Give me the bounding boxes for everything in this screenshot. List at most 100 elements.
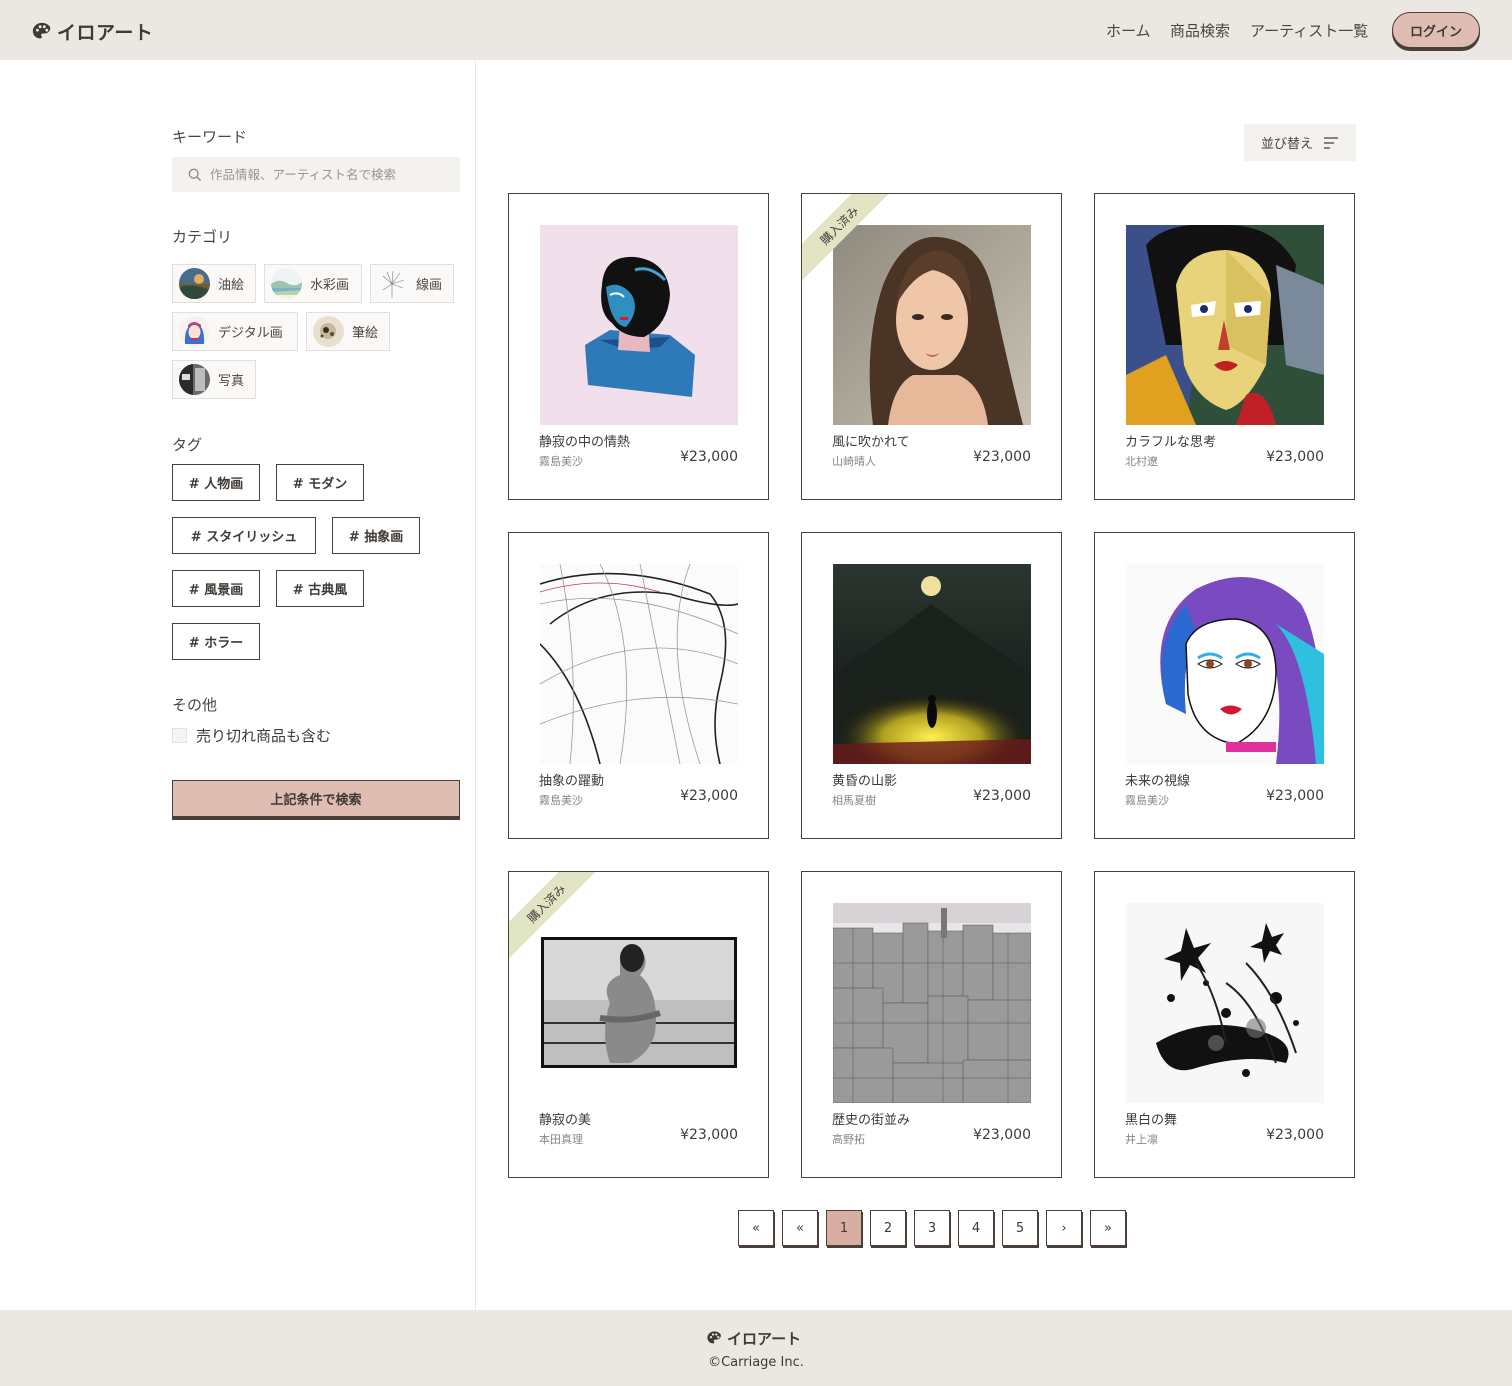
brush-thumbnail <box>313 316 344 347</box>
watercolor-thumbnail <box>271 268 302 299</box>
sort-label: 並び替え <box>1260 137 1313 152</box>
product-title: カラフルな思考 <box>1125 435 1217 450</box>
footer-logo-text: イロアート <box>727 1330 802 1348</box>
footer-logo[interactable]: イロアート <box>706 1328 801 1349</box>
product-artist[interactable]: 霧島美沙 <box>539 453 583 469</box>
product-image <box>540 225 738 425</box>
tag-portrait[interactable]: # 人物画 <box>172 464 260 501</box>
product-price: ¥23,000 <box>1266 449 1324 465</box>
product-artist[interactable]: 井上凛 <box>1125 1131 1158 1147</box>
tag-heading: タグ <box>172 436 203 454</box>
category-label: 筆絵 <box>352 326 379 341</box>
search-icon <box>188 168 202 181</box>
product-title: 静寂の美 <box>539 1113 592 1128</box>
palette-icon <box>32 22 51 38</box>
previous-page-button[interactable]: « <box>782 1210 818 1246</box>
page-button-4[interactable]: 4 <box>958 1210 994 1246</box>
logo-text: イロアート <box>57 22 154 44</box>
product-card[interactable]: 購入済み 静寂の美 本田真理 ¥23,000 <box>508 871 769 1178</box>
keyword-search-box[interactable] <box>172 157 460 192</box>
product-artist[interactable]: 山崎晴人 <box>832 453 876 469</box>
include-sold-out-checkbox[interactable] <box>172 728 187 743</box>
product-price: ¥23,000 <box>973 788 1031 804</box>
product-image <box>1126 903 1324 1103</box>
product-title: 静寂の中の情熱 <box>539 435 631 450</box>
site-logo[interactable]: イロアート <box>31 18 153 45</box>
page-button-5[interactable]: 5 <box>1002 1210 1038 1246</box>
page-button-1[interactable]: 1 <box>826 1210 862 1246</box>
product-image <box>833 903 1031 1103</box>
product-image <box>833 225 1031 425</box>
product-title: 黒白の舞 <box>1125 1113 1178 1128</box>
keyword-input[interactable] <box>210 167 450 182</box>
next-page-button[interactable]: › <box>1046 1210 1082 1246</box>
page-button-2[interactable]: 2 <box>870 1210 906 1246</box>
login-button[interactable]: ログイン <box>1392 12 1480 48</box>
copyright: ©Carriage Inc. <box>708 1355 804 1370</box>
page-button-3[interactable]: 3 <box>914 1210 950 1246</box>
category-photo[interactable]: 写真 <box>172 360 256 399</box>
product-artist[interactable]: 北村遼 <box>1125 453 1158 469</box>
product-card[interactable]: 抽象の躍動 霧島美沙 ¥23,000 <box>508 532 769 839</box>
product-price: ¥23,000 <box>680 449 738 465</box>
product-image <box>1126 564 1324 764</box>
tag-abstract[interactable]: # 抽象画 <box>332 517 420 554</box>
apply-search-button[interactable]: 上記条件で検索 <box>172 780 460 817</box>
product-card[interactable]: 黄昏の山影 相馬夏樹 ¥23,000 <box>801 532 1062 839</box>
oil-painting-thumbnail <box>179 268 210 299</box>
digital-thumbnail <box>179 316 210 347</box>
include-sold-out-label[interactable]: 売り切れ商品も含む <box>196 725 331 746</box>
keyword-heading: キーワード <box>172 128 248 146</box>
product-artist[interactable]: 相馬夏樹 <box>832 792 876 808</box>
product-card[interactable]: 歴史の街並み 高野拓 ¥23,000 <box>801 871 1062 1178</box>
product-image <box>833 564 1031 764</box>
palette-icon <box>707 1331 721 1344</box>
category-label: 油絵 <box>218 278 245 293</box>
product-artist[interactable]: 霧島美沙 <box>1125 792 1169 808</box>
product-title: 未来の視線 <box>1125 774 1191 789</box>
last-page-button[interactable]: » <box>1090 1210 1126 1246</box>
tag-modern[interactable]: # モダン <box>276 464 364 501</box>
tag-landscape[interactable]: # 風景画 <box>172 570 260 607</box>
product-card[interactable]: カラフルな思考 北村遼 ¥23,000 <box>1094 193 1355 500</box>
product-price: ¥23,000 <box>973 449 1031 465</box>
category-watercolor[interactable]: 水彩画 <box>264 264 362 303</box>
product-card[interactable]: 購入済み 風に吹かれて 山崎晴人 ¥23,000 <box>801 193 1062 500</box>
category-oil-painting[interactable]: 油絵 <box>172 264 256 303</box>
product-artist[interactable]: 高野拓 <box>832 1131 865 1147</box>
category-label: デジタル画 <box>218 326 283 341</box>
product-image <box>540 903 738 1103</box>
category-label: 水彩画 <box>310 278 350 293</box>
nav-artist-list[interactable]: アーティスト一覧 <box>1250 20 1368 41</box>
category-heading: カテゴリ <box>172 228 233 246</box>
tag-horror[interactable]: # ホラー <box>172 623 260 660</box>
tag-classical[interactable]: # 古典風 <box>276 570 364 607</box>
category-label: 写真 <box>218 374 245 389</box>
site-header: イロアート ホーム 商品検索 アーティスト一覧 ログイン <box>0 0 1512 60</box>
category-digital[interactable]: デジタル画 <box>172 312 298 351</box>
product-card[interactable]: 黒白の舞 井上凛 ¥23,000 <box>1094 871 1355 1178</box>
product-title: 黄昏の山影 <box>832 774 898 789</box>
category-line-drawing[interactable]: 線画 <box>370 264 454 303</box>
product-price: ¥23,000 <box>973 1127 1031 1143</box>
product-card[interactable]: 未来の視線 霧島美沙 ¥23,000 <box>1094 532 1355 839</box>
other-heading: その他 <box>172 696 218 714</box>
tag-stylish[interactable]: # スタイリッシュ <box>172 517 316 554</box>
product-artist[interactable]: 本田真理 <box>539 1131 583 1147</box>
product-artist[interactable]: 霧島美沙 <box>539 792 583 808</box>
line-drawing-thumbnail <box>377 268 408 299</box>
nav-home[interactable]: ホーム <box>1106 20 1151 41</box>
product-price: ¥23,000 <box>680 788 738 804</box>
category-brush[interactable]: 筆絵 <box>306 312 390 351</box>
product-price: ¥23,000 <box>1266 788 1324 804</box>
product-price: ¥23,000 <box>680 1127 738 1143</box>
photo-thumbnail <box>179 364 210 395</box>
nav-product-search[interactable]: 商品検索 <box>1170 20 1230 41</box>
sort-button[interactable]: 並び替え <box>1244 124 1356 161</box>
site-footer: イロアート ©Carriage Inc. <box>0 1310 1512 1386</box>
sidebar-divider <box>475 60 476 1310</box>
product-card[interactable]: 静寂の中の情熱 霧島美沙 ¥23,000 <box>508 193 769 500</box>
product-price: ¥23,000 <box>1266 1127 1324 1143</box>
product-image <box>1126 225 1324 425</box>
first-page-button[interactable]: « <box>738 1210 774 1246</box>
